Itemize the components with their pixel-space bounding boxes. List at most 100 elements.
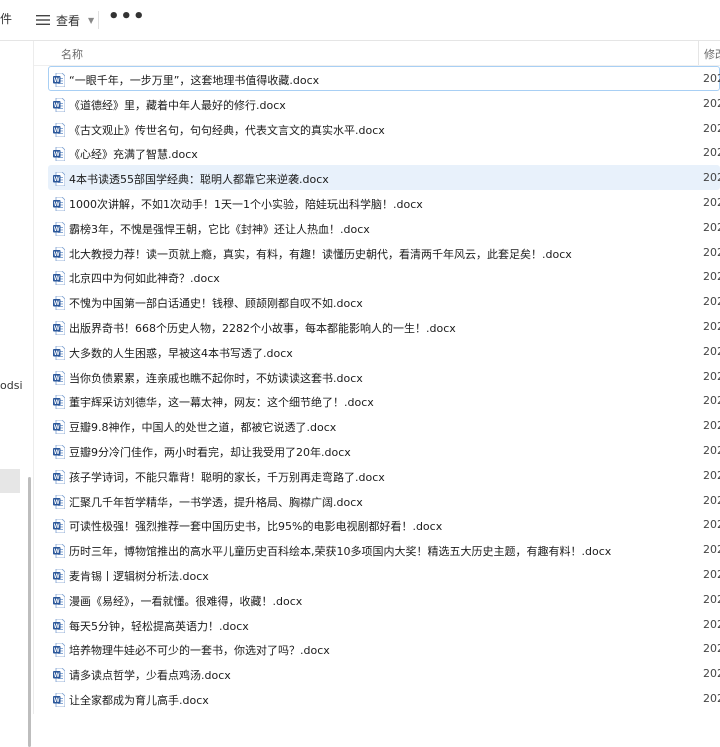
file-row[interactable]: W 可读性极强！强烈推荐一套中国历史书，比95%的电影电视剧都好看！.docx 20… bbox=[48, 512, 720, 537]
file-name: 《道德经》里，藏着中年人最好的修行.docx bbox=[69, 98, 286, 112]
column-resize-handle[interactable] bbox=[698, 41, 699, 65]
file-modified-date: 202 bbox=[703, 369, 720, 383]
file-name: 汇聚几千年哲学精华，一书学透，提升格局、胸襟广阔.docx bbox=[69, 495, 363, 509]
file-name: 漫画《易经》，一看就懂。很难得，收藏！.docx bbox=[69, 594, 303, 608]
svg-text:W: W bbox=[54, 103, 60, 109]
file-modified-date: 202 bbox=[703, 270, 720, 284]
file-name: 董宇辉采访刘德华，这一幕太神，网友：这个细节绝了！.docx bbox=[69, 396, 374, 410]
file-modified-date: 202 bbox=[703, 394, 720, 408]
file-row[interactable]: W 大多数的人生困惑，早被这4本书写透了.docx 202 bbox=[48, 339, 720, 364]
navigation-scrollbar[interactable] bbox=[28, 477, 31, 747]
file-row[interactable]: W 北大教授力荐！读一页就上瘾，真实，有料，有趣！读懂历史朝代，看清两千年风云，此… bbox=[48, 240, 720, 265]
file-row[interactable]: W 汇聚几千年哲学精华，一书学透，提升格局、胸襟广阔.docx 202 bbox=[48, 488, 720, 513]
file-name: 培养物理牛娃必不可少的一套书，你选对了吗？.docx bbox=[69, 644, 330, 658]
file-modified-date: 202 bbox=[703, 691, 720, 705]
view-menu-button[interactable]: 查看 ▼ bbox=[36, 9, 94, 31]
word-document-icon: W bbox=[53, 146, 66, 165]
file-row[interactable]: W 豆瓣9.8神作，中国人的处世之道，都被它说透了.docx 202 bbox=[48, 413, 720, 438]
file-row[interactable]: W 每天5分钟，轻松提高英语力！.docx 202 bbox=[48, 612, 720, 637]
word-document-icon: W bbox=[53, 667, 66, 686]
nav-item-partial-label[interactable]: odsi bbox=[0, 379, 23, 392]
file-row[interactable]: W 董宇辉采访刘德华，这一幕太神，网友：这个细节绝了！.docx 202 bbox=[48, 388, 720, 413]
list-view-icon bbox=[36, 14, 50, 26]
file-row[interactable]: W 让全家都成为育儿高手.docx 202 bbox=[48, 686, 720, 711]
file-row[interactable]: W 麦肯锡丨逻辑树分析法.docx 202 bbox=[48, 562, 720, 587]
command-bar: 件 查看 ▼ ••• bbox=[0, 0, 720, 41]
file-modified-date: 202 bbox=[703, 319, 720, 333]
file-row[interactable]: W “一眼千年，一步万里”，这套地理书值得收藏.docx 202 bbox=[48, 66, 720, 91]
file-name: 《心经》充满了智慧.docx bbox=[69, 148, 198, 162]
file-name: 请多读点哲学，少看点鸡汤.docx bbox=[69, 669, 231, 683]
file-modified-date: 202 bbox=[703, 592, 720, 606]
toolbar-partial-label[interactable]: 件 bbox=[0, 10, 12, 27]
svg-text:W: W bbox=[54, 252, 60, 258]
file-name: 孩子学诗词，不能只靠背！聪明的家长，千万别再走弯路了.docx bbox=[69, 470, 385, 484]
file-name: 历时三年，博物馆推出的高水平儿童历史百科绘本,荣获10多项国内大奖！精选五大历史… bbox=[69, 545, 612, 559]
more-options-button[interactable]: ••• bbox=[108, 6, 146, 27]
file-row[interactable]: W 不愧为中国第一部白话通史！钱穆、顾颉刚都自叹不如.docx 202 bbox=[48, 289, 720, 314]
file-row[interactable]: W 豆瓣9分冷门佳作，两小时看完，却让我受用了20年.docx 202 bbox=[48, 438, 720, 463]
svg-text:W: W bbox=[54, 78, 60, 84]
file-row[interactable]: W 北京四中为何如此神奇？.docx 202 bbox=[48, 264, 720, 289]
file-modified-date: 202 bbox=[703, 295, 720, 309]
svg-text:W: W bbox=[54, 202, 60, 208]
file-row[interactable]: W 《古文观止》传世名句，句句经典，代表文言文的真实水平.docx 202 bbox=[48, 116, 720, 141]
svg-text:W: W bbox=[54, 400, 60, 406]
file-modified-date: 202 bbox=[703, 567, 720, 581]
file-modified-date: 202 bbox=[703, 96, 720, 110]
column-header-name[interactable]: 名称 bbox=[61, 46, 83, 62]
file-name: 不愧为中国第一部白话通史！钱穆、顾颉刚都自叹不如.docx bbox=[69, 297, 363, 311]
file-modified-date: 202 bbox=[703, 468, 720, 482]
svg-text:W: W bbox=[54, 425, 60, 431]
word-document-icon: W bbox=[53, 270, 66, 289]
file-name: 麦肯锡丨逻辑树分析法.docx bbox=[69, 569, 209, 583]
svg-text:W: W bbox=[54, 698, 60, 704]
file-row[interactable]: W 请多读点哲学，少看点鸡汤.docx 202 bbox=[48, 661, 720, 686]
word-document-icon: W bbox=[53, 692, 66, 711]
file-row[interactable]: W 培养物理牛娃必不可少的一套书，你选对了吗？.docx 202 bbox=[48, 636, 720, 661]
file-row[interactable]: W 当你负债累累，连亲戚也瞧不起你时，不妨读读这套书.docx 202 bbox=[48, 364, 720, 389]
word-document-icon: W bbox=[53, 444, 66, 463]
svg-text:W: W bbox=[54, 500, 60, 506]
file-name: 豆瓣9分冷门佳作，两小时看完，却让我受用了20年.docx bbox=[69, 445, 351, 459]
file-name: 1000次讲解，不如1次动手！1天一1个小实验，陪娃玩出科学脑！.docx bbox=[69, 197, 423, 211]
file-modified-date: 202 bbox=[703, 344, 720, 358]
file-modified-date: 202 bbox=[703, 443, 720, 457]
word-document-icon: W bbox=[53, 320, 66, 339]
word-document-icon: W bbox=[53, 295, 66, 314]
column-header-row: 名称 修改 bbox=[34, 41, 720, 66]
file-modified-date: 202 bbox=[703, 195, 720, 209]
word-document-icon: W bbox=[53, 543, 66, 562]
file-row[interactable]: W 《道德经》里，藏着中年人最好的修行.docx 202 bbox=[48, 91, 720, 116]
nav-item-selected[interactable] bbox=[0, 469, 20, 493]
file-modified-date: 202 bbox=[703, 667, 720, 681]
word-document-icon: W bbox=[53, 72, 66, 91]
column-header-modified[interactable]: 修改 bbox=[704, 46, 720, 62]
svg-text:W: W bbox=[54, 128, 60, 134]
file-modified-date: 202 bbox=[703, 617, 720, 631]
svg-text:W: W bbox=[54, 301, 60, 307]
file-name: 大多数的人生困惑，早被这4本书写透了.docx bbox=[69, 346, 293, 360]
svg-text:W: W bbox=[54, 549, 60, 555]
file-name: 每天5分钟，轻松提高英语力！.docx bbox=[69, 619, 249, 633]
view-menu-label: 查看 bbox=[56, 13, 81, 28]
svg-text:W: W bbox=[54, 376, 60, 382]
svg-text:W: W bbox=[54, 326, 60, 332]
word-document-icon: W bbox=[53, 494, 66, 513]
word-document-icon: W bbox=[53, 518, 66, 537]
file-row[interactable]: W 出版界奇书！668个历史人物，2282个小故事，每本都能影响人的一生！.doc… bbox=[48, 314, 720, 339]
file-row[interactable]: W 霸榜3年，不愧是强悍王朝，它比《封神》还让人热血！.docx 202 bbox=[48, 215, 720, 240]
file-row[interactable]: W 《心经》充满了智慧.docx 202 bbox=[48, 140, 720, 165]
file-list: W “一眼千年，一步万里”，这套地理书值得收藏.docx 202 W 《道德经》里，藏着… bbox=[48, 66, 720, 711]
svg-text:W: W bbox=[54, 574, 60, 580]
svg-text:W: W bbox=[54, 648, 60, 654]
file-row[interactable]: W 孩子学诗词，不能只靠背！聪明的家长，千万别再走弯路了.docx 202 bbox=[48, 463, 720, 488]
file-name: 可读性极强！强烈推荐一套中国历史书，比95%的电影电视剧都好看！.docx bbox=[69, 520, 443, 534]
file-row[interactable]: W 4本书读透55部国学经典：聪明人都靠它来逆袭.docx 202 bbox=[48, 165, 720, 190]
word-document-icon: W bbox=[53, 345, 66, 364]
svg-text:W: W bbox=[54, 524, 60, 530]
file-row[interactable]: W 漫画《易经》，一看就懂。很难得，收藏！.docx 202 bbox=[48, 587, 720, 612]
file-row[interactable]: W 历时三年，博物馆推出的高水平儿童历史百科绘本,荣获10多项国内大奖！精选五大历… bbox=[48, 537, 720, 562]
file-modified-date: 202 bbox=[703, 220, 720, 234]
file-row[interactable]: W 1000次讲解，不如1次动手！1天一1个小实验，陪娃玩出科学脑！.docx 20… bbox=[48, 190, 720, 215]
